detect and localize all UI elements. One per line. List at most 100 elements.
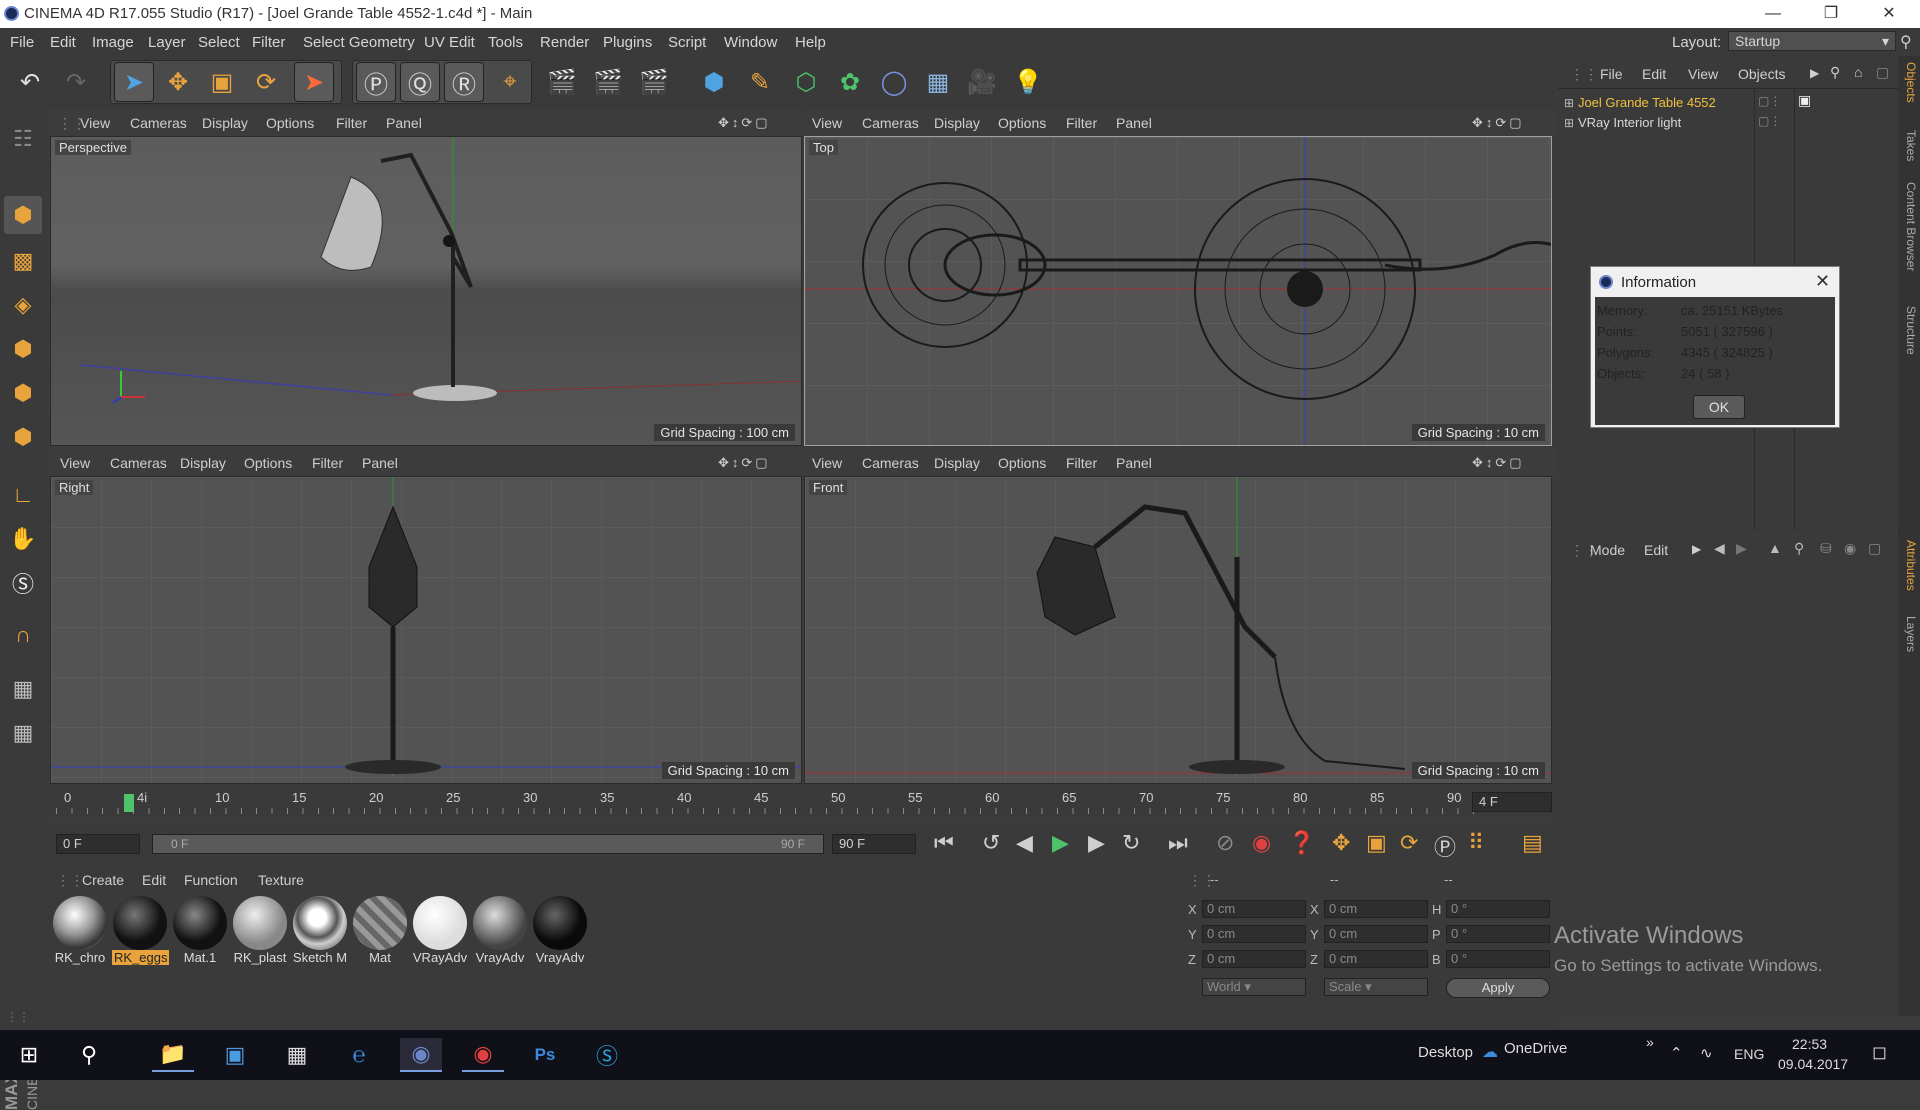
menu-layer[interactable]: Layer [148,34,186,51]
menu-filter[interactable]: Filter [252,34,285,51]
close-window-button[interactable]: ✕ [1866,0,1912,28]
menu-script[interactable]: Script [668,34,706,51]
subdivision-icon[interactable]: ⬡ [786,62,826,102]
menu-select[interactable]: Select [198,34,240,51]
clock-date[interactable]: 09.04.2017 [1778,1056,1848,1072]
viewport-navigation-icons[interactable]: ✥↕⟳▢ [1472,455,1525,471]
timeline-ruler[interactable]: 0 4i 10 15 20 25 30 35 40 45 50 55 60 65… [48,788,1556,816]
vp-menu-options[interactable]: Options [998,455,1046,471]
keyframe-selection-icon[interactable]: ❓ [1288,830,1315,856]
material-chip[interactable]: RK_plast [232,896,288,965]
previous-frame-icon[interactable]: ◀ [1016,830,1033,856]
go-to-start-icon[interactable]: ⏮ [934,830,954,856]
target-icon[interactable]: ◉ [1844,540,1856,557]
menu-overflow-icon[interactable]: ▶ [1810,66,1819,80]
vp-menu-cameras[interactable]: Cameras [862,455,919,471]
light-icon[interactable]: 💡 [1008,62,1048,102]
minimize-button[interactable]: — [1750,0,1796,28]
material-chip[interactable]: Mat.1 [172,896,228,965]
pen-icon[interactable]: ✎ [740,62,780,102]
edges-mode-icon[interactable]: ⬢ [4,374,42,412]
planar-workplane-icon[interactable]: ▦ [4,714,42,752]
material-chip[interactable]: VRayAdv [412,896,468,965]
timeline-window-icon[interactable]: ▤ [1522,830,1543,856]
current-frame-field[interactable]: 4 F [1472,792,1552,812]
onedrive-label[interactable]: OneDrive [1504,1040,1567,1057]
file-explorer-icon[interactable]: 📁 [152,1038,194,1072]
mat-menu-function[interactable]: Function [184,872,238,888]
key-position-icon[interactable]: ✥ [1332,830,1350,856]
onedrive-icon[interactable]: ☁ [1482,1042,1498,1062]
tweak-mode-icon[interactable]: ✋ [4,520,42,558]
magnet-icon[interactable]: ∩ [4,616,42,654]
model-mode-icon[interactable]: ⬢ [4,196,42,234]
menu-image[interactable]: Image [92,34,134,51]
windows-start-icon[interactable]: ⊞ [8,1038,50,1072]
material-chip[interactable]: Mat [352,896,408,965]
vp-menu-filter[interactable]: Filter [312,455,343,471]
home-icon[interactable]: ⌂ [1854,64,1862,80]
object-row[interactable]: ⊞ Joel Grande Table 4552 [1564,94,1770,112]
drag-handle-icon[interactable]: ⋮⋮ [56,872,84,889]
mat-menu-texture[interactable]: Texture [258,872,304,888]
tab-content-browser[interactable]: Content Browser [1900,182,1918,271]
coordinate-mode-select[interactable]: World ▾ [1202,978,1306,996]
polygons-mode-icon[interactable]: ⬢ [4,418,42,456]
top-viewport[interactable]: Top Grid Spacing : 10 cm [804,136,1552,446]
back-arrow-icon[interactable]: ◀ [1714,540,1725,557]
x-axis-lock-icon[interactable]: Ⓟ [356,62,396,102]
undo-icon[interactable]: ↶ [10,62,50,102]
up-arrow-icon[interactable]: ▲ [1768,540,1782,556]
layout-select[interactable]: Startup ▾ [1728,31,1896,51]
vp-menu-filter[interactable]: Filter [1066,455,1097,471]
tab-structure[interactable]: Structure [1900,306,1918,355]
new-window-icon[interactable]: ▢ [1868,540,1881,557]
network-icon[interactable]: ∿ [1700,1044,1713,1062]
z-axis-lock-icon[interactable]: Ⓡ [444,62,484,102]
coordinate-system-icon[interactable]: ⌖ [490,62,530,102]
vp-menu-panel[interactable]: Panel [1116,115,1152,131]
menu-file[interactable]: File [10,34,34,51]
vp-menu-filter[interactable]: Filter [336,115,367,131]
desktop-toolbar-label[interactable]: Desktop [1418,1044,1473,1061]
skype-icon[interactable]: Ⓢ [586,1038,628,1072]
material-chip[interactable]: RK_chro [52,896,108,965]
redo-icon[interactable]: ↷ [56,62,96,102]
render-settings-icon[interactable]: 🎬 [634,62,674,102]
key-parameter-icon[interactable]: Ⓟ [1434,830,1456,862]
cube-icon[interactable]: ⬢ [694,62,734,102]
search-icon[interactable]: ⚲ [1900,32,1912,52]
deformer-icon[interactable]: ◯ [874,62,914,102]
new-window-icon[interactable]: ▢ [1876,64,1889,81]
action-center-icon[interactable]: ◻ [1872,1042,1887,1063]
attr-menu-edit[interactable]: Edit [1644,542,1668,558]
ok-button[interactable]: OK [1693,395,1745,419]
tab-objects[interactable]: Objects [1900,62,1918,103]
rotate-icon[interactable]: ⟳ [246,62,286,102]
restore-button[interactable]: ❐ [1808,0,1854,28]
vp-menu-options[interactable]: Options [266,115,314,131]
next-frame-icon[interactable]: ▶ [1088,830,1105,856]
go-to-end-icon[interactable]: ⏭ [1168,830,1188,856]
start-frame-field[interactable]: 0 F [56,834,140,854]
edge-icon[interactable]: ℮ [338,1038,380,1072]
mat-menu-edit[interactable]: Edit [142,872,166,888]
size-y-field[interactable]: 0 cm [1324,925,1428,943]
position-y-field[interactable]: 0 cm [1202,925,1306,943]
vp-menu-display[interactable]: Display [180,455,226,471]
show-hidden-icons-icon[interactable]: ⌃ [1670,1044,1683,1062]
menu-overflow-icon[interactable]: ▶ [1692,542,1701,556]
obj-menu-edit[interactable]: Edit [1642,66,1666,82]
vp-menu-cameras[interactable]: Cameras [862,115,919,131]
floor-icon[interactable]: ▦ [918,62,958,102]
rotation-h-field[interactable]: 0 ° [1446,900,1550,918]
vp-menu-options[interactable]: Options [244,455,292,471]
obj-menu-file[interactable]: File [1600,66,1623,82]
menu-select-geometry[interactable]: Select Geometry [303,34,415,51]
vp-menu-cameras[interactable]: Cameras [110,455,167,471]
clock-time[interactable]: 22:53 [1792,1036,1827,1052]
position-z-field[interactable]: 0 cm [1202,950,1306,968]
make-editable-icon[interactable]: ☷ [4,120,42,158]
cinema4d-taskbar-icon[interactable]: ◉ [400,1038,442,1072]
viewport-navigation-icons[interactable]: ✥↕⟳▢ [1472,115,1525,131]
